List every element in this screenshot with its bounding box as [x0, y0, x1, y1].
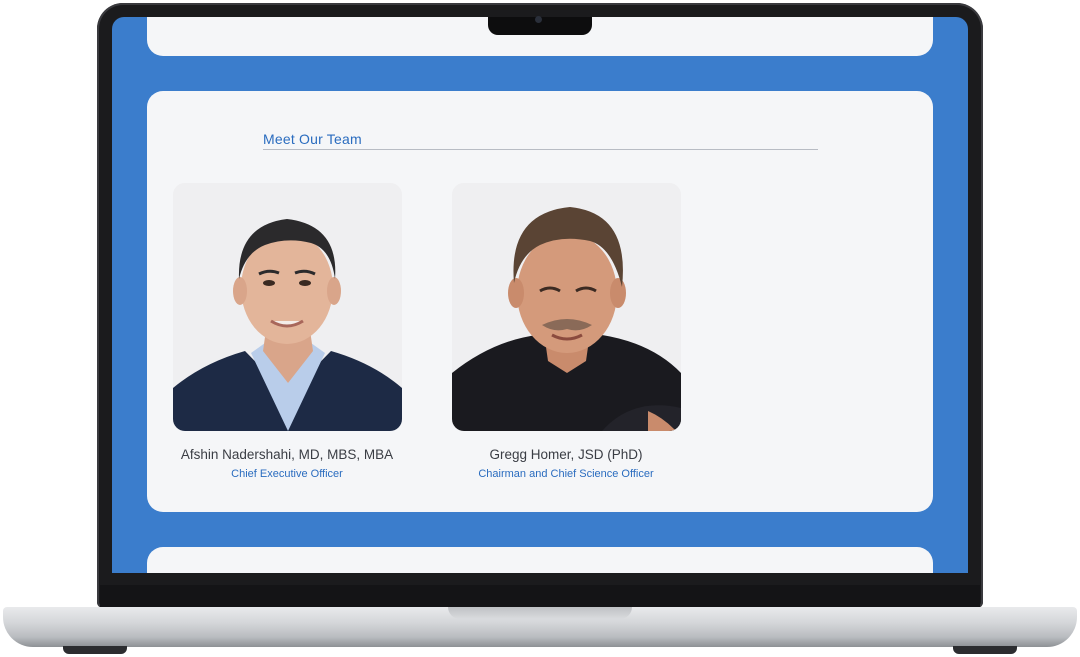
camera-icon	[535, 16, 542, 23]
member-photo	[172, 183, 402, 431]
team-member-card[interactable]: Afshin Nadershahi, MD, MBS, MBA Chief Ex…	[157, 183, 417, 480]
laptop-foot-right	[953, 646, 1017, 654]
member-name: Gregg Homer, JSD (PhD)	[489, 447, 643, 462]
team-section-card: Meet Our Team Afshin Nadershahi, MD, MBS…	[147, 91, 933, 512]
laptop-foot-left	[63, 646, 127, 654]
laptop-mockup: Meet Our Team Afshin Nadershahi, MD, MBS…	[0, 0, 1080, 657]
laptop-screen: Meet Our Team Afshin Nadershahi, MD, MBS…	[112, 17, 968, 573]
member-name: Afshin Nadershahi, MD, MBS, MBA	[180, 447, 394, 462]
portrait-photo-icon	[172, 183, 402, 431]
lid-opening-notch	[448, 607, 632, 619]
next-section-card	[147, 547, 933, 573]
section-divider	[263, 149, 818, 150]
team-member-card[interactable]: Gregg Homer, JSD (PhD) Chairman and Chie…	[436, 183, 696, 480]
screen-bezel-bottom	[100, 585, 980, 607]
section-title: Meet Our Team	[263, 131, 362, 147]
member-role: Chief Executive Officer	[231, 468, 343, 480]
portrait-photo-icon	[451, 183, 681, 431]
member-role: Chairman and Chief Science Officer	[478, 468, 654, 480]
member-photo	[451, 183, 681, 431]
